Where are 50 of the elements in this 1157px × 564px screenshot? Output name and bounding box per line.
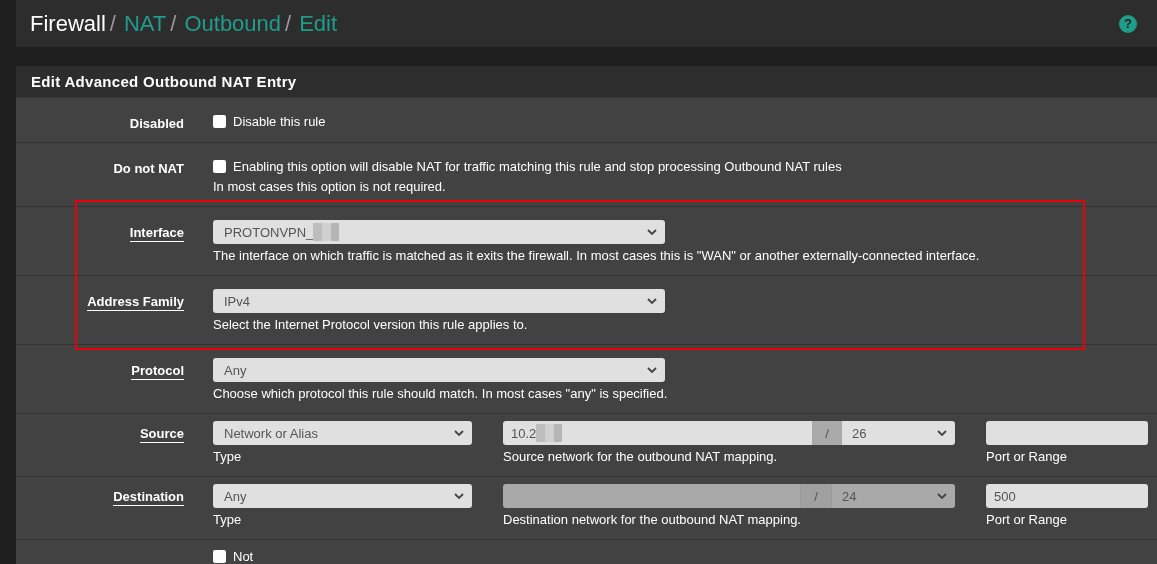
dropdown[interactable]: Any	[213, 358, 665, 382]
breadcrumb-link[interactable]: NAT	[123, 10, 167, 37]
field-label-link[interactable]: Destination	[113, 489, 184, 506]
chevron-down-icon	[454, 430, 464, 436]
type-dropdown[interactable]: Any	[213, 484, 472, 508]
checkbox-label: Disable this rule	[233, 113, 326, 129]
chevron-down-icon	[647, 298, 657, 304]
help-text: Port or Range	[986, 448, 1068, 466]
help-text: The interface on which traffic is matched as it exits the firewall. In most cases this is "WAN" or another externally-connected interface.	[213, 247, 980, 265]
port-field[interactable]	[986, 421, 1148, 445]
chevron-down-icon	[937, 430, 947, 436]
breadcrumb-separator: /	[285, 10, 292, 37]
slash-addon: /	[800, 484, 832, 508]
breadcrumb-separator: /	[170, 10, 177, 37]
help-text: Choose which protocol this rule should match. In most cases "any" is specified.	[213, 385, 668, 403]
help-text: Port or Range	[986, 511, 1068, 529]
field-label-link[interactable]: Interface	[129, 225, 184, 242]
field-label: Disabled	[129, 116, 184, 133]
field-label-link[interactable]: Source	[139, 426, 184, 443]
breadcrumb-separator: /	[109, 10, 116, 37]
help-text: Select the Internet Protocol version this rule applies to.	[213, 316, 529, 334]
chevron-down-icon	[454, 493, 464, 499]
network-field[interactable]: 10.2	[503, 421, 812, 445]
chevron-down-icon	[937, 493, 947, 499]
help-text: Source network for the outbound NAT mapping.	[503, 448, 779, 466]
breadcrumb-title: Firewall	[30, 10, 106, 37]
checkbox[interactable]	[213, 549, 226, 563]
breadcrumb-link[interactable]: Edit	[299, 10, 338, 37]
mask-dropdown[interactable]: 26	[842, 421, 955, 445]
help-text: Type	[213, 448, 243, 466]
help-button[interactable]: ?	[1119, 14, 1137, 33]
chevron-down-icon	[647, 367, 657, 373]
help-text: Destination network for the outbound NAT mapping.	[503, 511, 802, 529]
help-text: Type	[213, 511, 243, 529]
slash-addon: /	[812, 421, 842, 445]
dropdown[interactable]: IPv4	[213, 289, 665, 313]
chevron-down-icon	[647, 229, 657, 235]
field-label: Do not NAT	[113, 161, 184, 178]
help-text: In most cases this option is not required.	[213, 178, 447, 196]
checkbox[interactable]	[213, 159, 226, 173]
checkbox[interactable]	[213, 114, 226, 128]
dropdown[interactable]: PROTONVPN_	[213, 220, 665, 244]
checkbox-label: Enabling this option will disable NAT for traffic matching this rule and stop processing Outbound NAT rules	[233, 158, 842, 174]
field-label-link[interactable]: Protocol	[131, 363, 184, 380]
type-dropdown[interactable]: Network or Alias	[213, 421, 472, 445]
breadcrumb-link[interactable]: Outbound	[184, 10, 282, 37]
field-label-link[interactable]: Address Family	[87, 294, 184, 311]
panel-title: Edit Advanced Outbound NAT Entry	[16, 66, 1157, 98]
checkbox-label: Not	[233, 548, 254, 564]
port-field[interactable]: 500	[986, 484, 1148, 508]
